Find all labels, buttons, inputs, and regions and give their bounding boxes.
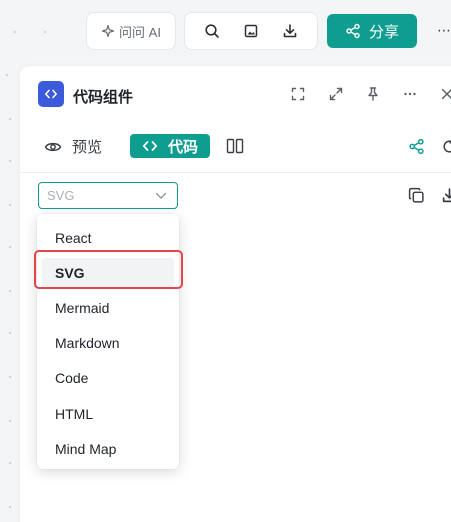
refresh-button[interactable]	[439, 136, 451, 156]
dropdown-option-react[interactable]: React	[37, 220, 179, 255]
image-button[interactable]	[237, 17, 265, 45]
dropdown-option-code[interactable]: Code	[37, 361, 179, 396]
expand-button[interactable]	[324, 82, 348, 106]
pin-button[interactable]	[361, 82, 385, 106]
ask-ai-label: 问问 AI	[119, 24, 161, 40]
language-select-value: SVG	[47, 188, 75, 203]
download-icon	[282, 23, 298, 39]
split-view-icon	[226, 138, 244, 154]
language-select[interactable]: SVG	[38, 182, 178, 209]
tab-preview[interactable]: 预览	[44, 136, 102, 157]
more-options-button[interactable]	[398, 82, 422, 106]
copy-icon	[408, 187, 425, 204]
share-icon	[408, 138, 425, 155]
dropdown-option-mermaid[interactable]: Mermaid	[37, 290, 179, 325]
eye-icon	[44, 140, 62, 154]
chevron-down-icon	[155, 192, 167, 200]
divider	[20, 172, 451, 173]
fullscreen-button[interactable]	[286, 82, 310, 106]
dropdown-option-mind-map[interactable]: Mind Map	[37, 431, 179, 466]
expand-icon	[328, 86, 344, 102]
tab-code-label: 代码	[167, 138, 198, 156]
close-button[interactable]	[435, 82, 451, 106]
image-icon	[243, 23, 259, 39]
refresh-icon	[441, 138, 451, 155]
share-icon	[345, 23, 361, 39]
download-icon	[441, 187, 451, 204]
fullscreen-icon	[290, 86, 306, 102]
more-icon[interactable]: ⋯	[437, 22, 451, 39]
download-code-button[interactable]	[438, 184, 451, 206]
tab-code[interactable]: 代码	[130, 134, 210, 158]
download-button[interactable]	[276, 17, 304, 45]
toolbar-actions	[184, 12, 318, 50]
search-icon	[204, 23, 220, 39]
tab-split-view[interactable]	[225, 136, 245, 156]
code-icon	[38, 81, 64, 107]
pin-icon	[365, 86, 381, 102]
dropdown-option-markdown[interactable]: Markdown	[37, 326, 179, 361]
close-icon	[439, 86, 451, 102]
search-button[interactable]	[198, 17, 226, 45]
share-label: 分享	[368, 23, 399, 41]
language-dropdown: React SVG Mermaid Markdown Code HTML Min…	[37, 214, 179, 469]
dropdown-option-html[interactable]: HTML	[37, 396, 179, 431]
copy-button[interactable]	[405, 184, 427, 206]
code-icon	[142, 140, 158, 152]
more-icon	[402, 86, 418, 102]
dropdown-option-svg[interactable]: SVG	[37, 255, 179, 290]
panel-title: 代码组件	[73, 89, 134, 106]
share-button[interactable]: 分享	[327, 14, 417, 48]
tab-preview-label: 预览	[72, 139, 103, 156]
ask-ai-button[interactable]: 问问 AI	[86, 12, 176, 50]
share-code-button[interactable]	[406, 136, 426, 156]
sparkle-icon	[101, 24, 115, 38]
